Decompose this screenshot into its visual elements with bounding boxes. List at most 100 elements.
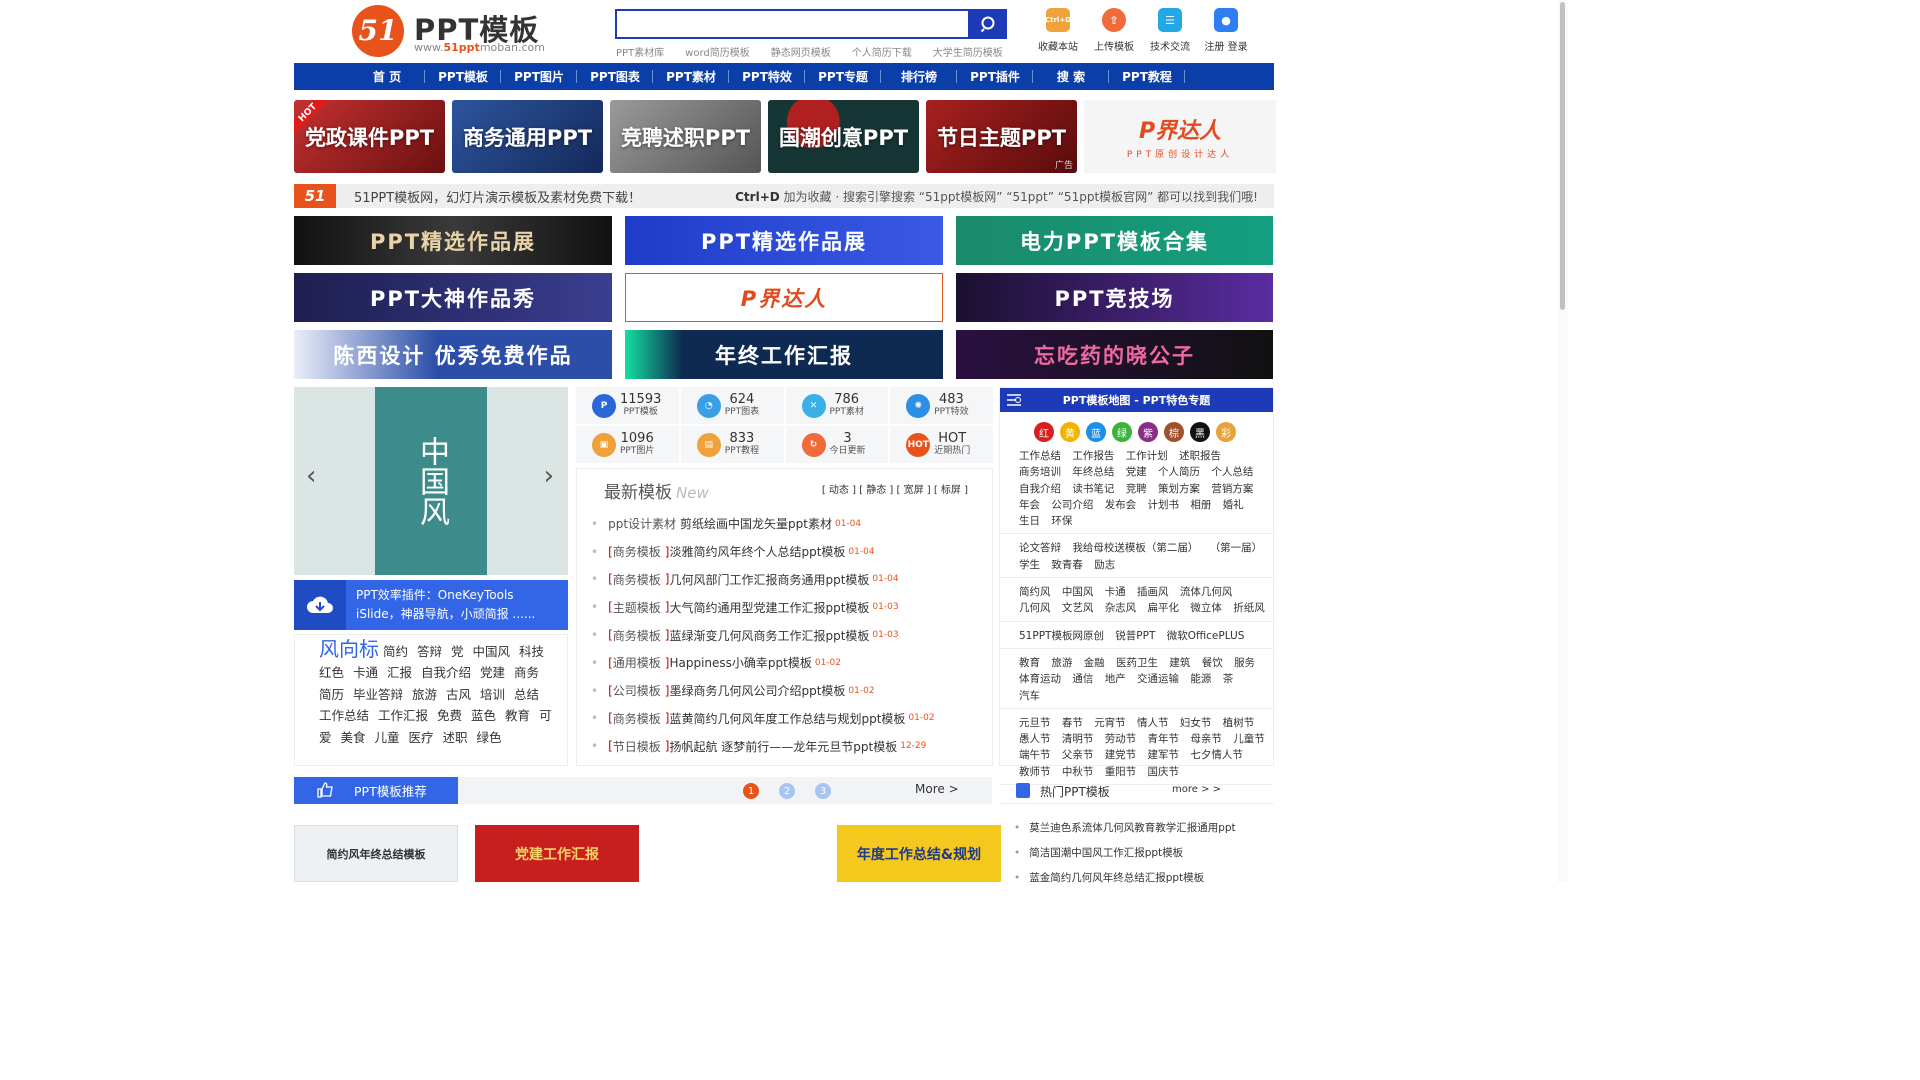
hot-link[interactable]: 静态网页模板 bbox=[771, 44, 831, 59]
latest-item[interactable]: [商务模板]淡雅简约风年终个人总结ppt模板01-04 bbox=[591, 538, 935, 566]
sitemap-link[interactable]: 劳动节 bbox=[1105, 733, 1137, 745]
sitemap-link[interactable]: 相册 bbox=[1190, 499, 1211, 511]
sitemap-link[interactable]: 个人简历 bbox=[1158, 466, 1200, 478]
stat-effect[interactable]: ✺ 483 PPT特效 bbox=[890, 387, 993, 424]
trend-tag[interactable]: 总结 bbox=[514, 687, 539, 702]
sitemap-link[interactable]: 杂志风 bbox=[1105, 602, 1137, 614]
sitemap-link[interactable]: 能源 bbox=[1190, 673, 1211, 685]
sitemap-link[interactable]: （第一届） bbox=[1210, 542, 1263, 554]
sitemap-link[interactable]: 几何风 bbox=[1019, 602, 1051, 614]
sitemap-link[interactable]: 学生 bbox=[1019, 559, 1040, 571]
latest-item[interactable]: [通用模板]Happiness小确幸ppt模板01-02 bbox=[591, 649, 935, 677]
latest-item-category[interactable]: 商务模板 bbox=[613, 543, 661, 560]
ad-banner[interactable]: PPT精选作品展 bbox=[294, 216, 612, 265]
ad-banner[interactable]: 忘吃药的晓公子 bbox=[956, 330, 1273, 379]
trend-tag[interactable]: 简历 bbox=[319, 687, 344, 702]
sitemap-link[interactable]: 励志 bbox=[1094, 559, 1115, 571]
latest-item[interactable]: ppt设计素材剪纸绘画中国龙矢量ppt素材01-04 bbox=[591, 510, 935, 538]
latest-item-title[interactable]: Happiness小确幸ppt模板 bbox=[669, 654, 811, 671]
sitemap-link[interactable]: 生日 bbox=[1019, 515, 1040, 527]
sitemap-link[interactable]: 妇女节 bbox=[1180, 717, 1212, 729]
sitemap-link[interactable]: 51PPT模板网原创 bbox=[1019, 630, 1104, 642]
hot-list-item[interactable]: 简洁国潮中国风工作汇报ppt模板 bbox=[1014, 840, 1236, 865]
trend-tag[interactable]: 商务 bbox=[514, 665, 539, 680]
sitemap-link[interactable]: 元旦节 bbox=[1019, 717, 1051, 729]
hot-more-link[interactable]: more > > bbox=[1172, 784, 1221, 795]
trend-tag[interactable]: 汇报 bbox=[387, 665, 412, 680]
banner-guochao[interactable]: 国潮创意PPT bbox=[768, 100, 919, 173]
sitemap-link[interactable]: 情人节 bbox=[1137, 717, 1169, 729]
sitemap-link[interactable]: 工作计划 bbox=[1126, 450, 1168, 462]
sitemap-link[interactable]: 七夕情人节 bbox=[1190, 749, 1243, 761]
sitemap-link[interactable]: 扁平化 bbox=[1148, 602, 1180, 614]
sitemap-link[interactable]: 清明节 bbox=[1062, 733, 1094, 745]
latest-item-title[interactable]: 蓝黄简约几何风年度工作总结与规划ppt模板 bbox=[669, 710, 905, 727]
sitemap-link[interactable]: 餐饮 bbox=[1202, 657, 1223, 669]
latest-item[interactable]: [主题模板]大气简约通用型党建工作汇报ppt模板01-03 bbox=[591, 593, 935, 621]
sitemap-link[interactable]: 读书笔记 bbox=[1072, 483, 1114, 495]
nav-ppt-tutorials[interactable]: PPT教程 bbox=[1109, 68, 1185, 85]
sitemap-link[interactable]: 论文答辩 bbox=[1019, 542, 1061, 554]
stat-image[interactable]: ▣ 1096 PPT图片 bbox=[576, 426, 679, 463]
latest-item-category[interactable]: 主题模板 bbox=[613, 599, 661, 616]
hot-list-item[interactable]: 蓝金简约几何风年终总结汇报ppt模板 bbox=[1014, 865, 1236, 890]
latest-item[interactable]: [公司模板]墨绿商务几何风公司介绍ppt模板01-02 bbox=[591, 677, 935, 705]
sitemap-link[interactable]: 述职报告 bbox=[1179, 450, 1221, 462]
trend-tag[interactable]: 美食 bbox=[341, 730, 366, 745]
sitemap-link[interactable]: 致青春 bbox=[1051, 559, 1083, 571]
sitemap-link[interactable]: 个人总结 bbox=[1211, 466, 1253, 478]
template-thumbnail[interactable]: 年度工作总结&规划 bbox=[837, 825, 1001, 882]
sitemap-link[interactable]: 元宵节 bbox=[1094, 717, 1126, 729]
color-filter-3[interactable]: 绿 bbox=[1112, 422, 1132, 442]
sitemap-link[interactable]: 环保 bbox=[1051, 515, 1072, 527]
ad-banner[interactable]: 年终工作汇报 bbox=[625, 330, 943, 379]
latest-item-category[interactable]: 节日模板 bbox=[613, 738, 661, 755]
sitemap-link[interactable]: 计划书 bbox=[1148, 499, 1180, 511]
latest-item[interactable]: [节日模板]扬帆起航 逐梦前行——龙年元旦节ppt模板12-29 bbox=[591, 732, 935, 760]
sitemap-link[interactable]: 教师节 bbox=[1019, 766, 1051, 778]
sitemap-link[interactable]: 工作总结 bbox=[1019, 450, 1061, 462]
sitemap-link[interactable]: 折纸风 bbox=[1233, 602, 1265, 614]
latest-item-category[interactable]: 商务模板 bbox=[613, 571, 661, 588]
sitemap-link[interactable]: 营销方案 bbox=[1211, 483, 1253, 495]
trend-tag[interactable]: 自我介绍 bbox=[421, 665, 471, 680]
trend-tag[interactable]: 简约 bbox=[383, 644, 408, 659]
sitemap-link[interactable]: 插画风 bbox=[1137, 586, 1169, 598]
hot-link[interactable]: 个人简历下载 bbox=[852, 44, 912, 59]
page-1[interactable]: 1 bbox=[743, 783, 759, 799]
sitemap-link[interactable]: 植树节 bbox=[1223, 717, 1255, 729]
latest-item[interactable]: [商务模板]蓝黄简约几何风年度工作总结与规划ppt模板01-02 bbox=[591, 705, 935, 733]
featured-slider[interactable]: 中国风 ‹ › bbox=[294, 387, 568, 575]
banner-business[interactable]: 商务通用PPT bbox=[452, 100, 603, 173]
sitemap-link[interactable]: 党建 bbox=[1126, 466, 1147, 478]
latest-item[interactable]: [商务模板]几何风部门工作汇报商务通用ppt模板01-04 bbox=[591, 566, 935, 594]
trend-tag[interactable]: 卡通 bbox=[353, 665, 378, 680]
trend-tag[interactable]: 毕业答辩 bbox=[353, 687, 403, 702]
sitemap-link[interactable]: 交通运输 bbox=[1137, 673, 1179, 685]
sitemap-link[interactable]: 教育 bbox=[1019, 657, 1040, 669]
trend-tag[interactable]: 蓝色 bbox=[471, 708, 496, 723]
latest-item-title[interactable]: 蓝绿渐变几何风商务工作汇报ppt模板 bbox=[669, 627, 869, 644]
nav-ppt-templates[interactable]: PPT模板 bbox=[425, 68, 501, 85]
sitemap-link[interactable]: 金融 bbox=[1084, 657, 1105, 669]
sitemap-link[interactable]: 儿童节 bbox=[1233, 733, 1265, 745]
color-filter-5[interactable]: 棕 bbox=[1164, 422, 1184, 442]
nav-ranking[interactable]: 排行榜 bbox=[881, 68, 957, 85]
sitemap-link[interactable]: 愚人节 bbox=[1019, 733, 1051, 745]
recommend-more-link[interactable]: More > bbox=[915, 782, 959, 796]
stat-hot[interactable]: HOT HOT 近期热门 bbox=[890, 426, 993, 463]
sitemap-link[interactable]: 年会 bbox=[1019, 499, 1040, 511]
sitemap-link[interactable]: 建党节 bbox=[1105, 749, 1137, 761]
sitemap-link[interactable]: 父亲节 bbox=[1062, 749, 1094, 761]
tech-exchange-button[interactable]: ☰ 技术交流 bbox=[1142, 8, 1198, 53]
hot-link[interactable]: 大学生简历模板 bbox=[933, 44, 1003, 59]
trend-tag[interactable]: 绿色 bbox=[477, 730, 502, 745]
trend-tag[interactable]: 中国风 bbox=[473, 644, 511, 659]
sitemap-link[interactable]: 中国风 bbox=[1062, 586, 1094, 598]
trend-tag[interactable]: 古风 bbox=[446, 687, 471, 702]
trend-tag[interactable]: 答辩 bbox=[417, 644, 442, 659]
nav-ppt-topics[interactable]: PPT专题 bbox=[805, 68, 881, 85]
hot-link[interactable]: word简历模板 bbox=[685, 44, 750, 59]
trend-tag[interactable]: 培训 bbox=[480, 687, 505, 702]
latest-item-title[interactable]: 扬帆起航 逐梦前行——龙年元旦节ppt模板 bbox=[669, 738, 897, 755]
